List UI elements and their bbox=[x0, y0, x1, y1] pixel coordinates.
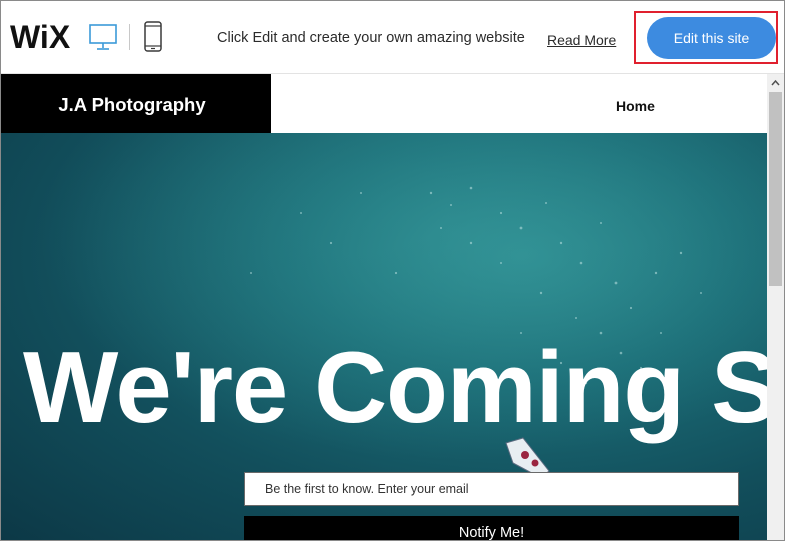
site-title[interactable]: J.A Photography bbox=[1, 94, 263, 116]
edit-this-site-button[interactable]: Edit this site bbox=[647, 17, 776, 59]
wix-top-bar: WiX Click Edit and create your own amazi… bbox=[1, 1, 784, 74]
chevron-up-icon[interactable] bbox=[767, 74, 784, 91]
desktop-icon[interactable] bbox=[89, 23, 117, 51]
email-field[interactable] bbox=[244, 472, 739, 506]
svg-text:WiX: WiX bbox=[10, 19, 71, 53]
promo-text: Click Edit and create your own amazing w… bbox=[217, 30, 525, 46]
hero-headline: We're Coming S bbox=[23, 332, 767, 444]
mobile-icon[interactable] bbox=[142, 21, 164, 53]
vertical-scrollbar[interactable] bbox=[767, 74, 784, 540]
notify-me-button[interactable]: Notify Me! bbox=[244, 516, 739, 540]
scrollbar-thumb[interactable] bbox=[769, 92, 782, 286]
device-divider bbox=[129, 24, 130, 50]
browser-viewport: WiX Click Edit and create your own amazi… bbox=[0, 0, 785, 541]
wix-logo: WiX bbox=[10, 19, 71, 53]
nav-item-home[interactable]: Home bbox=[616, 98, 655, 114]
hero-section: We're Coming S Notify Me! bbox=[1, 133, 767, 540]
read-more-link[interactable]: Read More bbox=[547, 32, 616, 48]
email-input[interactable] bbox=[265, 473, 735, 505]
